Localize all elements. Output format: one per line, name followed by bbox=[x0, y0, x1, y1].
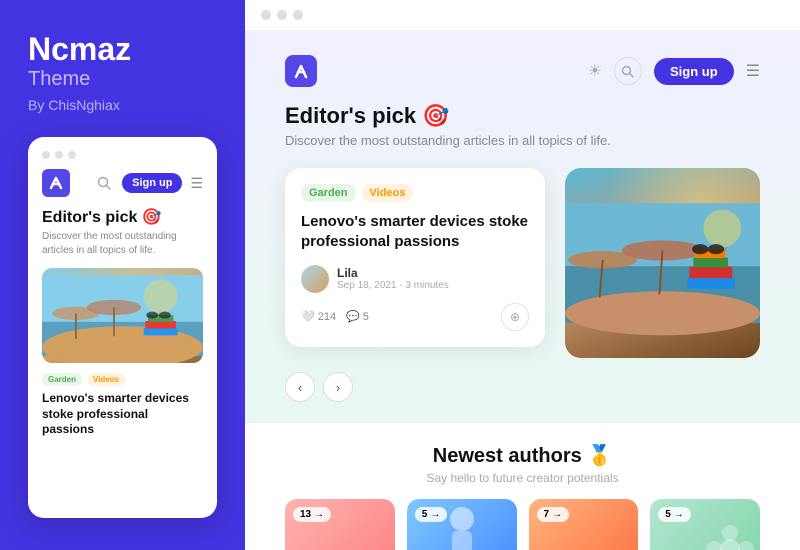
editors-pick-subheading: Discover the most outstanding articles i… bbox=[285, 133, 760, 148]
editors-card-area: Garden Videos Lenovo's smarter devices s… bbox=[285, 168, 760, 358]
browser-dot-3 bbox=[293, 10, 303, 20]
editors-pick-heading: Editor's pick 🎯 bbox=[285, 103, 760, 129]
hero-image-overlay bbox=[565, 168, 760, 358]
author-card-4: 5→ bbox=[650, 499, 760, 550]
demo-search-icon[interactable] bbox=[614, 57, 642, 85]
mockup-editors-pick: Editor's pick 🎯 bbox=[42, 207, 203, 227]
demo-hamburger-icon[interactable]: ☰ bbox=[746, 61, 760, 81]
author-badge-2: 5→ bbox=[415, 507, 448, 522]
author-badge-1: 13→ bbox=[293, 507, 331, 522]
card-author-avatar bbox=[301, 265, 329, 293]
mobile-mockup: Sign up ☰ Editor's pick 🎯 Discover the m… bbox=[28, 137, 217, 518]
demo-nav-right: ☀ Sign up ☰ bbox=[588, 57, 760, 85]
author-badge-4: 5→ bbox=[658, 507, 691, 522]
prev-arrow[interactable]: ‹ bbox=[285, 372, 315, 402]
card-tag-garden: Garden bbox=[301, 184, 356, 202]
authors-subheading: Say hello to future creator potentials bbox=[285, 471, 760, 485]
author-meta: Sep 18, 2021 · 3 minutes bbox=[337, 280, 449, 291]
authors-heading: Newest authors 🥇 bbox=[285, 443, 760, 468]
card-stats: 🤍 214 💬 5 bbox=[301, 310, 369, 323]
mockup-signup-button[interactable]: Sign up bbox=[122, 173, 182, 193]
editors-card: Garden Videos Lenovo's smarter devices s… bbox=[285, 168, 545, 347]
heart-icon: 🤍 bbox=[301, 310, 315, 323]
card-title: Lenovo's smarter devices stoke professio… bbox=[301, 212, 529, 253]
mockup-dot-1 bbox=[42, 151, 50, 159]
mockup-hero-image bbox=[42, 268, 203, 363]
browser-dot-2 bbox=[277, 10, 287, 20]
sun-icon[interactable]: ☀ bbox=[588, 61, 602, 81]
card-author-info: Lila Sep 18, 2021 · 3 minutes bbox=[337, 266, 449, 291]
next-arrow[interactable]: › bbox=[323, 372, 353, 402]
card-footer: 🤍 214 💬 5 ⊕ bbox=[301, 303, 529, 331]
mockup-editors-sub: Discover the most outstanding articles i… bbox=[42, 230, 203, 258]
nav-arrows: ‹ › bbox=[285, 372, 760, 402]
brand-title: Ncmaz bbox=[28, 32, 217, 67]
card-author-row: Lila Sep 18, 2021 · 3 minutes bbox=[301, 265, 529, 293]
demo-navbar: ☀ Sign up ☰ bbox=[285, 55, 760, 87]
mockup-nav: Sign up ☰ bbox=[42, 169, 203, 197]
author-badge-3: 7→ bbox=[537, 507, 570, 522]
author-card-1: 13→ bbox=[285, 499, 395, 550]
mockup-logo bbox=[42, 169, 70, 197]
comment-icon: 💬 bbox=[346, 310, 360, 323]
mockup-logo-icon bbox=[42, 169, 70, 197]
brand-sub: Theme bbox=[28, 67, 217, 91]
author-name: Lila bbox=[337, 266, 449, 280]
card-comments: 💬 5 bbox=[346, 310, 369, 323]
authors-section: Newest authors 🥇 Say hello to future cre… bbox=[245, 422, 800, 550]
mockup-tag-garden: Garden bbox=[42, 373, 82, 386]
mockup-dot-2 bbox=[55, 151, 63, 159]
browser-dot-1 bbox=[261, 10, 271, 20]
editors-hero-image bbox=[565, 168, 760, 358]
brand-by: By ChisNghiax bbox=[28, 97, 217, 113]
author-cards: 13→ 5→ 7→ bbox=[285, 499, 760, 550]
demo-signup-button[interactable]: Sign up bbox=[654, 58, 734, 85]
mockup-tags-area: Garden Videos Lenovo's smarter devices s… bbox=[42, 373, 203, 438]
mockup-tag-videos: Videos bbox=[87, 373, 125, 386]
card-tags: Garden Videos bbox=[301, 184, 529, 202]
mockup-dots bbox=[42, 151, 203, 159]
sidebar: Ncmaz Theme By ChisNghiax bbox=[0, 0, 245, 550]
mockup-article-title: Lenovo's smarter devices stoke professio… bbox=[42, 391, 203, 438]
mockup-search-icon bbox=[94, 173, 114, 193]
mockup-dot-3 bbox=[68, 151, 76, 159]
author-card-2: 5→ bbox=[407, 499, 517, 550]
bookmark-icon[interactable]: ⊕ bbox=[501, 303, 529, 331]
card-likes: 🤍 214 bbox=[301, 310, 336, 323]
card-tag-videos: Videos bbox=[362, 184, 414, 202]
browser-bar bbox=[245, 0, 800, 31]
mockup-nav-right: Sign up ☰ bbox=[94, 173, 203, 193]
demo-logo-icon bbox=[285, 55, 317, 87]
main-content: ☀ Sign up ☰ Editor's pick 🎯 Discover the… bbox=[245, 0, 800, 550]
demo-area: ☀ Sign up ☰ Editor's pick 🎯 Discover the… bbox=[245, 31, 800, 550]
mockup-hamburger-icon: ☰ bbox=[190, 175, 203, 192]
author-card-3: 7→ bbox=[529, 499, 639, 550]
demo-logo bbox=[285, 55, 317, 87]
editors-section: ☀ Sign up ☰ Editor's pick 🎯 Discover the… bbox=[245, 31, 800, 422]
